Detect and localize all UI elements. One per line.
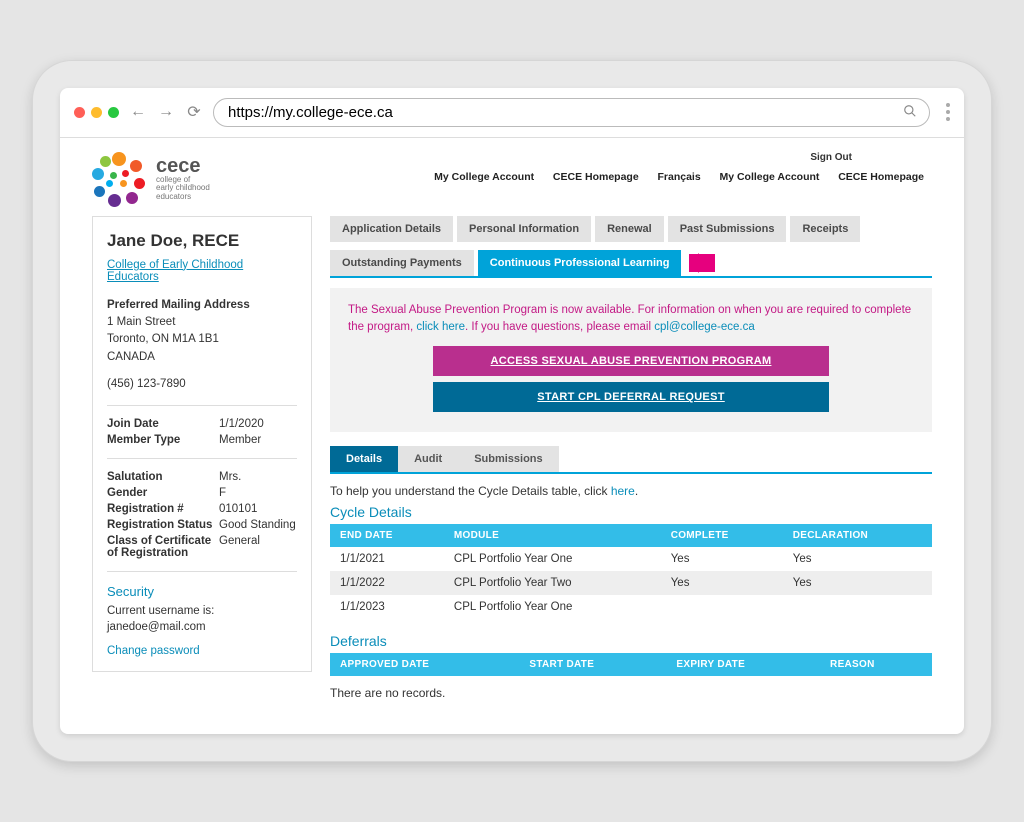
info-val: Good Standing	[219, 519, 297, 531]
subtab-submissions[interactable]: Submissions	[458, 446, 558, 472]
url-bar[interactable]	[213, 98, 930, 127]
table-row: 1/1/2023CPL Portfolio Year One	[330, 595, 932, 619]
logo-icon	[92, 152, 146, 206]
address-line: Toronto, ON M1A 1B1	[107, 331, 297, 348]
member-name: Jane Doe, RECE	[107, 231, 297, 251]
mailing-label: Preferred Mailing Address	[107, 297, 297, 314]
security-heading: Security	[107, 584, 297, 599]
url-input[interactable]	[226, 103, 903, 122]
search-icon[interactable]	[903, 104, 917, 121]
col-end-date: END DATE	[330, 524, 444, 547]
info-key: Join Date	[107, 418, 219, 430]
sign-out-link[interactable]: Sign Out	[810, 152, 852, 163]
window-controls	[74, 107, 119, 118]
col-module: MODULE	[444, 524, 661, 547]
org-link[interactable]: College of Early Childhood Educators	[107, 259, 297, 283]
reload-icon[interactable]: ⟳	[185, 102, 203, 122]
helper-text: To help you understand the Cycle Details…	[330, 484, 932, 498]
info-key: Salutation	[107, 471, 219, 483]
logo-title: cece	[156, 156, 210, 176]
notice-text: The Sexual Abuse Prevention Program is n…	[348, 302, 914, 337]
notice-panel: The Sexual Abuse Prevention Program is n…	[330, 288, 932, 433]
maximize-window-icon[interactable]	[108, 107, 119, 118]
info-val: 1/1/2020	[219, 418, 297, 430]
info-val: Member	[219, 434, 297, 446]
tab-continuous-professional-learning[interactable]: Continuous Professional Learning	[478, 250, 682, 276]
minimize-window-icon[interactable]	[91, 107, 102, 118]
subtab-details[interactable]: Details	[330, 446, 398, 472]
table-row: 1/1/2022CPL Portfolio Year TwoYesYes	[330, 571, 932, 595]
deferrals-table: APPROVED DATE START DATE EXPIRY DATE REA…	[330, 653, 932, 676]
notice-click-here-link[interactable]: click here	[416, 321, 465, 333]
nav-my-college-account[interactable]: My College Account	[434, 171, 534, 183]
username-label: Current username is:	[107, 605, 214, 617]
member-card: Jane Doe, RECE College of Early Childhoo…	[92, 216, 312, 672]
more-menu-icon[interactable]	[946, 103, 950, 121]
nav-cece-homepage[interactable]: CECE Homepage	[553, 171, 639, 183]
address-line: 1 Main Street	[107, 314, 297, 331]
col-declaration: DECLARATION	[783, 524, 932, 547]
nav-francais[interactable]: Français	[657, 171, 700, 183]
access-sap-button[interactable]: ACCESS SEXUAL ABUSE PREVENTION PROGRAM	[433, 346, 829, 376]
tab-personal-information[interactable]: Personal Information	[457, 216, 591, 242]
logo-subtitle: college of early childhood educators	[156, 176, 210, 202]
col-complete: COMPLETE	[661, 524, 783, 547]
nav-my-college-account-2[interactable]: My College Account	[719, 171, 819, 183]
change-password-link[interactable]: Change password	[107, 645, 200, 657]
col-approved-date: APPROVED DATE	[330, 653, 519, 676]
col-start-date: START DATE	[519, 653, 666, 676]
cycle-details-table: END DATE MODULE COMPLETE DECLARATION 1/1…	[330, 524, 932, 619]
subtab-audit[interactable]: Audit	[398, 446, 458, 472]
start-cpl-deferral-button[interactable]: START CPL DEFERRAL REQUEST	[433, 382, 829, 412]
tab-past-submissions[interactable]: Past Submissions	[668, 216, 787, 242]
info-val: General	[219, 535, 297, 559]
browser-chrome: ← → ⟳	[60, 88, 964, 138]
info-val: 010101	[219, 503, 297, 515]
helper-here-link[interactable]: here	[611, 484, 635, 498]
close-window-icon[interactable]	[74, 107, 85, 118]
info-key: Registration Status	[107, 519, 219, 531]
tab-receipts[interactable]: Receipts	[790, 216, 860, 242]
col-reason: REASON	[820, 653, 932, 676]
main-tabs: Application Details Personal Information…	[330, 216, 932, 278]
info-key: Member Type	[107, 434, 219, 446]
info-val: Mrs.	[219, 471, 297, 483]
info-key: Class of Certificate of Registration	[107, 535, 219, 559]
top-nav: My College Account CECE Homepage Françai…	[308, 171, 932, 183]
deferrals-empty: There are no records.	[330, 676, 932, 710]
back-icon[interactable]: ←	[129, 103, 147, 121]
address-line: CANADA	[107, 349, 297, 366]
tab-renewal[interactable]: Renewal	[595, 216, 664, 242]
info-key: Gender	[107, 487, 219, 499]
deferrals-title: Deferrals	[330, 633, 932, 649]
nav-cece-homepage-2[interactable]: CECE Homepage	[838, 171, 924, 183]
tab-outstanding-payments[interactable]: Outstanding Payments	[330, 250, 474, 276]
forward-icon[interactable]: →	[157, 103, 175, 121]
tab-application-details[interactable]: Application Details	[330, 216, 453, 242]
site-logo[interactable]: cece college of early childhood educator…	[92, 152, 292, 206]
table-row: 1/1/2021CPL Portfolio Year OneYesYes	[330, 547, 932, 571]
arrow-callout-icon	[689, 254, 715, 272]
notice-email-link[interactable]: cpl@college-ece.ca	[654, 321, 755, 333]
cycle-details-title: Cycle Details	[330, 504, 932, 520]
col-expiry-date: EXPIRY DATE	[666, 653, 820, 676]
info-key: Registration #	[107, 503, 219, 515]
member-phone: (456) 123-7890	[107, 376, 297, 393]
info-val: F	[219, 487, 297, 499]
username-value: janedoe@mail.com	[107, 621, 206, 633]
sub-tabs: Details Audit Submissions	[330, 446, 932, 474]
